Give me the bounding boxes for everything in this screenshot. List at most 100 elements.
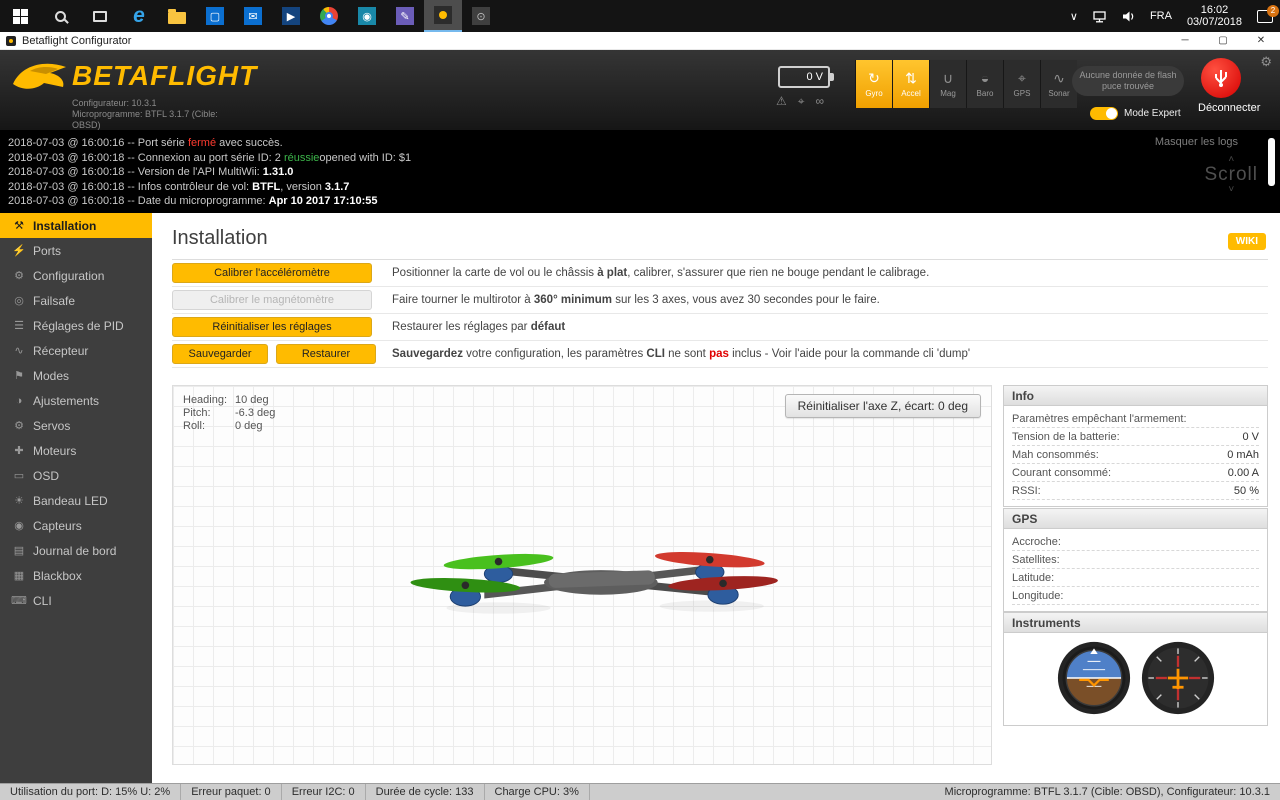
betaflight-bird-icon bbox=[13, 63, 66, 89]
sidebar-item-receiver[interactable]: ∿ Récepteur bbox=[0, 338, 152, 363]
hide-logs-link[interactable]: Masquer les logs bbox=[1155, 136, 1238, 148]
sidebar-item-motors[interactable]: ✚ Moteurs bbox=[0, 438, 152, 463]
model-viewport[interactable]: Heading: 10 deg Pitch: -6.3 deg Roll: 0 deg… bbox=[172, 385, 992, 765]
network-icon bbox=[1093, 10, 1106, 22]
gear-icon[interactable]: ⚙ bbox=[1260, 54, 1272, 70]
packet-error: Erreur paquet: 0 bbox=[181, 784, 282, 800]
sidebar-item-blackbox[interactable]: ▦ Blackbox bbox=[0, 563, 152, 588]
edge-icon: e bbox=[133, 4, 145, 27]
mag-icon: ∪ bbox=[942, 70, 954, 86]
sidebar-item-ports[interactable]: ⚡ Ports bbox=[0, 238, 152, 263]
task-view-button[interactable] bbox=[80, 0, 120, 32]
wiki-button[interactable]: WIKI bbox=[1227, 233, 1266, 250]
chevron-down-icon: ˅ bbox=[1228, 184, 1235, 195]
app-header: BETAFLIGHT Configurateur: 10.3.1 Micropr… bbox=[0, 50, 1280, 130]
chevron-up-icon: ˄ bbox=[1228, 154, 1235, 165]
mah-drawn-row: Mah consommés: 0 mAh bbox=[1012, 446, 1259, 464]
sidebar-item-led-strip[interactable]: ☀ Bandeau LED bbox=[0, 488, 152, 513]
calibrate-mag-button[interactable]: Calibrer le magnétomètre bbox=[172, 290, 372, 310]
reset-settings-desc: Restaurer les réglages par défaut bbox=[392, 321, 566, 333]
taskbar-betaflight-active[interactable] bbox=[424, 0, 462, 32]
tray-clock[interactable]: 16:02 03/07/2018 bbox=[1179, 0, 1250, 32]
mag-calibration-desc: Faire tourner le multirotor à 360° minim… bbox=[392, 294, 880, 306]
reset-z-axis-button[interactable]: Réinitialiser l'axe Z, écart: 0 deg bbox=[784, 394, 981, 418]
sidebar-item-osd[interactable]: ▭ OSD bbox=[0, 463, 152, 488]
sliders-icon: ☰ bbox=[14, 320, 24, 332]
flash-data-button[interactable]: Aucune donnée de flash puce trouvée bbox=[1072, 66, 1184, 96]
taskbar-file-explorer[interactable] bbox=[158, 0, 196, 32]
plug-icon: ⚡ bbox=[12, 245, 26, 257]
tray-language[interactable]: FRA bbox=[1143, 0, 1179, 32]
log-scrollbar[interactable] bbox=[1268, 138, 1275, 186]
taskbar-movies[interactable]: ▶ bbox=[272, 0, 310, 32]
taskbar-chrome[interactable] bbox=[310, 0, 348, 32]
taskbar-mail[interactable]: ✉ bbox=[234, 0, 272, 32]
journal-icon: ▤ bbox=[13, 545, 25, 557]
taskbar-edge[interactable]: e bbox=[120, 0, 158, 32]
sidebar-item-cli[interactable]: ⌨ CLI bbox=[0, 588, 152, 613]
tray-network[interactable] bbox=[1085, 0, 1114, 32]
expert-mode-toggle[interactable] bbox=[1090, 107, 1118, 120]
antenna-icon: ∿ bbox=[14, 345, 24, 357]
disconnect-label: Déconnecter bbox=[1198, 102, 1261, 114]
reset-settings-button[interactable]: Réinitialiser les réglages bbox=[172, 317, 372, 337]
speaker-icon bbox=[1122, 11, 1134, 21]
search-button[interactable] bbox=[40, 0, 80, 32]
taskbar-store[interactable]: ▢ bbox=[196, 0, 234, 32]
sensor-gps: ⌖ GPS bbox=[1003, 60, 1040, 108]
search-icon bbox=[54, 10, 66, 22]
cpu-load: Charge CPU: 3% bbox=[485, 784, 590, 800]
sidebar-item-failsafe[interactable]: ◎ Failsafe bbox=[0, 288, 152, 313]
taskbar-photos[interactable]: ◉ bbox=[348, 0, 386, 32]
sidebar-item-pid-tuning[interactable]: ☰ Réglages de PID bbox=[0, 313, 152, 338]
taskbar-paint[interactable]: ✎ bbox=[386, 0, 424, 32]
store-icon: ▢ bbox=[206, 7, 224, 25]
gps-box-title: GPS bbox=[1004, 509, 1267, 529]
calibrate-accel-button[interactable]: Calibrer l'accéléromètre bbox=[172, 263, 372, 283]
sidebar-item-installation[interactable]: ⚒ Installation bbox=[0, 213, 152, 238]
sonar-icon: ∿ bbox=[1053, 70, 1065, 86]
close-button[interactable]: ✕ bbox=[1242, 32, 1280, 50]
tray-action-center[interactable]: 2 bbox=[1250, 0, 1280, 32]
backup-restore-desc: Sauvegardez votre configuration, les par… bbox=[392, 348, 971, 360]
instruments-box-title: Instruments bbox=[1004, 613, 1267, 633]
log-panel: 2018-07-03 @ 16:00:16 -- Port série ferm… bbox=[0, 130, 1280, 213]
logo-text: BETAFLIGHT bbox=[72, 60, 258, 91]
status-icons: ⚠ ⌖ ∞ bbox=[776, 94, 824, 109]
restore-button[interactable]: Restaurer bbox=[276, 344, 376, 364]
notification-icon: 2 bbox=[1257, 4, 1279, 23]
save-button[interactable]: Sauvegarder bbox=[172, 344, 268, 364]
sidebar-item-adjustments[interactable]: ◑ Ajustements bbox=[0, 388, 152, 413]
minimize-button[interactable]: ─ bbox=[1166, 32, 1204, 50]
log-scroll-control[interactable]: ˄ Scroll ˅ bbox=[1204, 154, 1258, 195]
betaflight-logo: BETAFLIGHT bbox=[10, 58, 257, 96]
sidebar-item-logging[interactable]: ▤ Journal de bord bbox=[0, 538, 152, 563]
cycle-time: Durée de cycle: 133 bbox=[366, 784, 485, 800]
start-button[interactable] bbox=[0, 0, 40, 32]
reset-settings-row: Réinitialiser les réglages Restaurer les… bbox=[172, 314, 1268, 341]
adjust-icon: ◑ bbox=[15, 394, 23, 407]
chrome-icon bbox=[320, 7, 338, 25]
gears-icon: ⚙ bbox=[14, 270, 24, 282]
tray-chevron[interactable]: ∨ bbox=[1063, 0, 1085, 32]
expert-mode-control: Mode Expert bbox=[1090, 107, 1181, 120]
gyro-icon: ↻ bbox=[868, 70, 880, 86]
chevron-down-icon: ∨ bbox=[1069, 10, 1078, 23]
sidebar-item-configuration[interactable]: ⚙ Configuration bbox=[0, 263, 152, 288]
tray-volume[interactable] bbox=[1114, 0, 1143, 32]
disconnect-button[interactable]: Déconnecter bbox=[1198, 58, 1261, 114]
servo-icon: ⚙ bbox=[14, 420, 24, 432]
lifebuoy-icon: ◎ bbox=[14, 295, 24, 307]
link-icon: ∞ bbox=[815, 94, 825, 108]
system-tray: ∨ FRA 16:02 03/07/2018 2 bbox=[1063, 0, 1280, 32]
accel-icon: ⇅ bbox=[905, 70, 917, 86]
info-box-title: Info bbox=[1004, 386, 1267, 406]
maximize-button[interactable]: ▢ bbox=[1204, 32, 1242, 50]
sidebar-item-sensors[interactable]: ◉ Capteurs bbox=[0, 513, 152, 538]
taskbar-pinned-app[interactable]: ⊙ bbox=[462, 0, 500, 32]
port-utilization: Utilisation du port: D: 15% U: 2% bbox=[0, 784, 182, 800]
sidebar-item-modes[interactable]: ⚑ Modes bbox=[0, 363, 152, 388]
wrench-icon: ⚒ bbox=[14, 220, 24, 232]
attitude-indicator bbox=[1057, 641, 1130, 715]
sidebar-item-servos[interactable]: ⚙ Servos bbox=[0, 413, 152, 438]
